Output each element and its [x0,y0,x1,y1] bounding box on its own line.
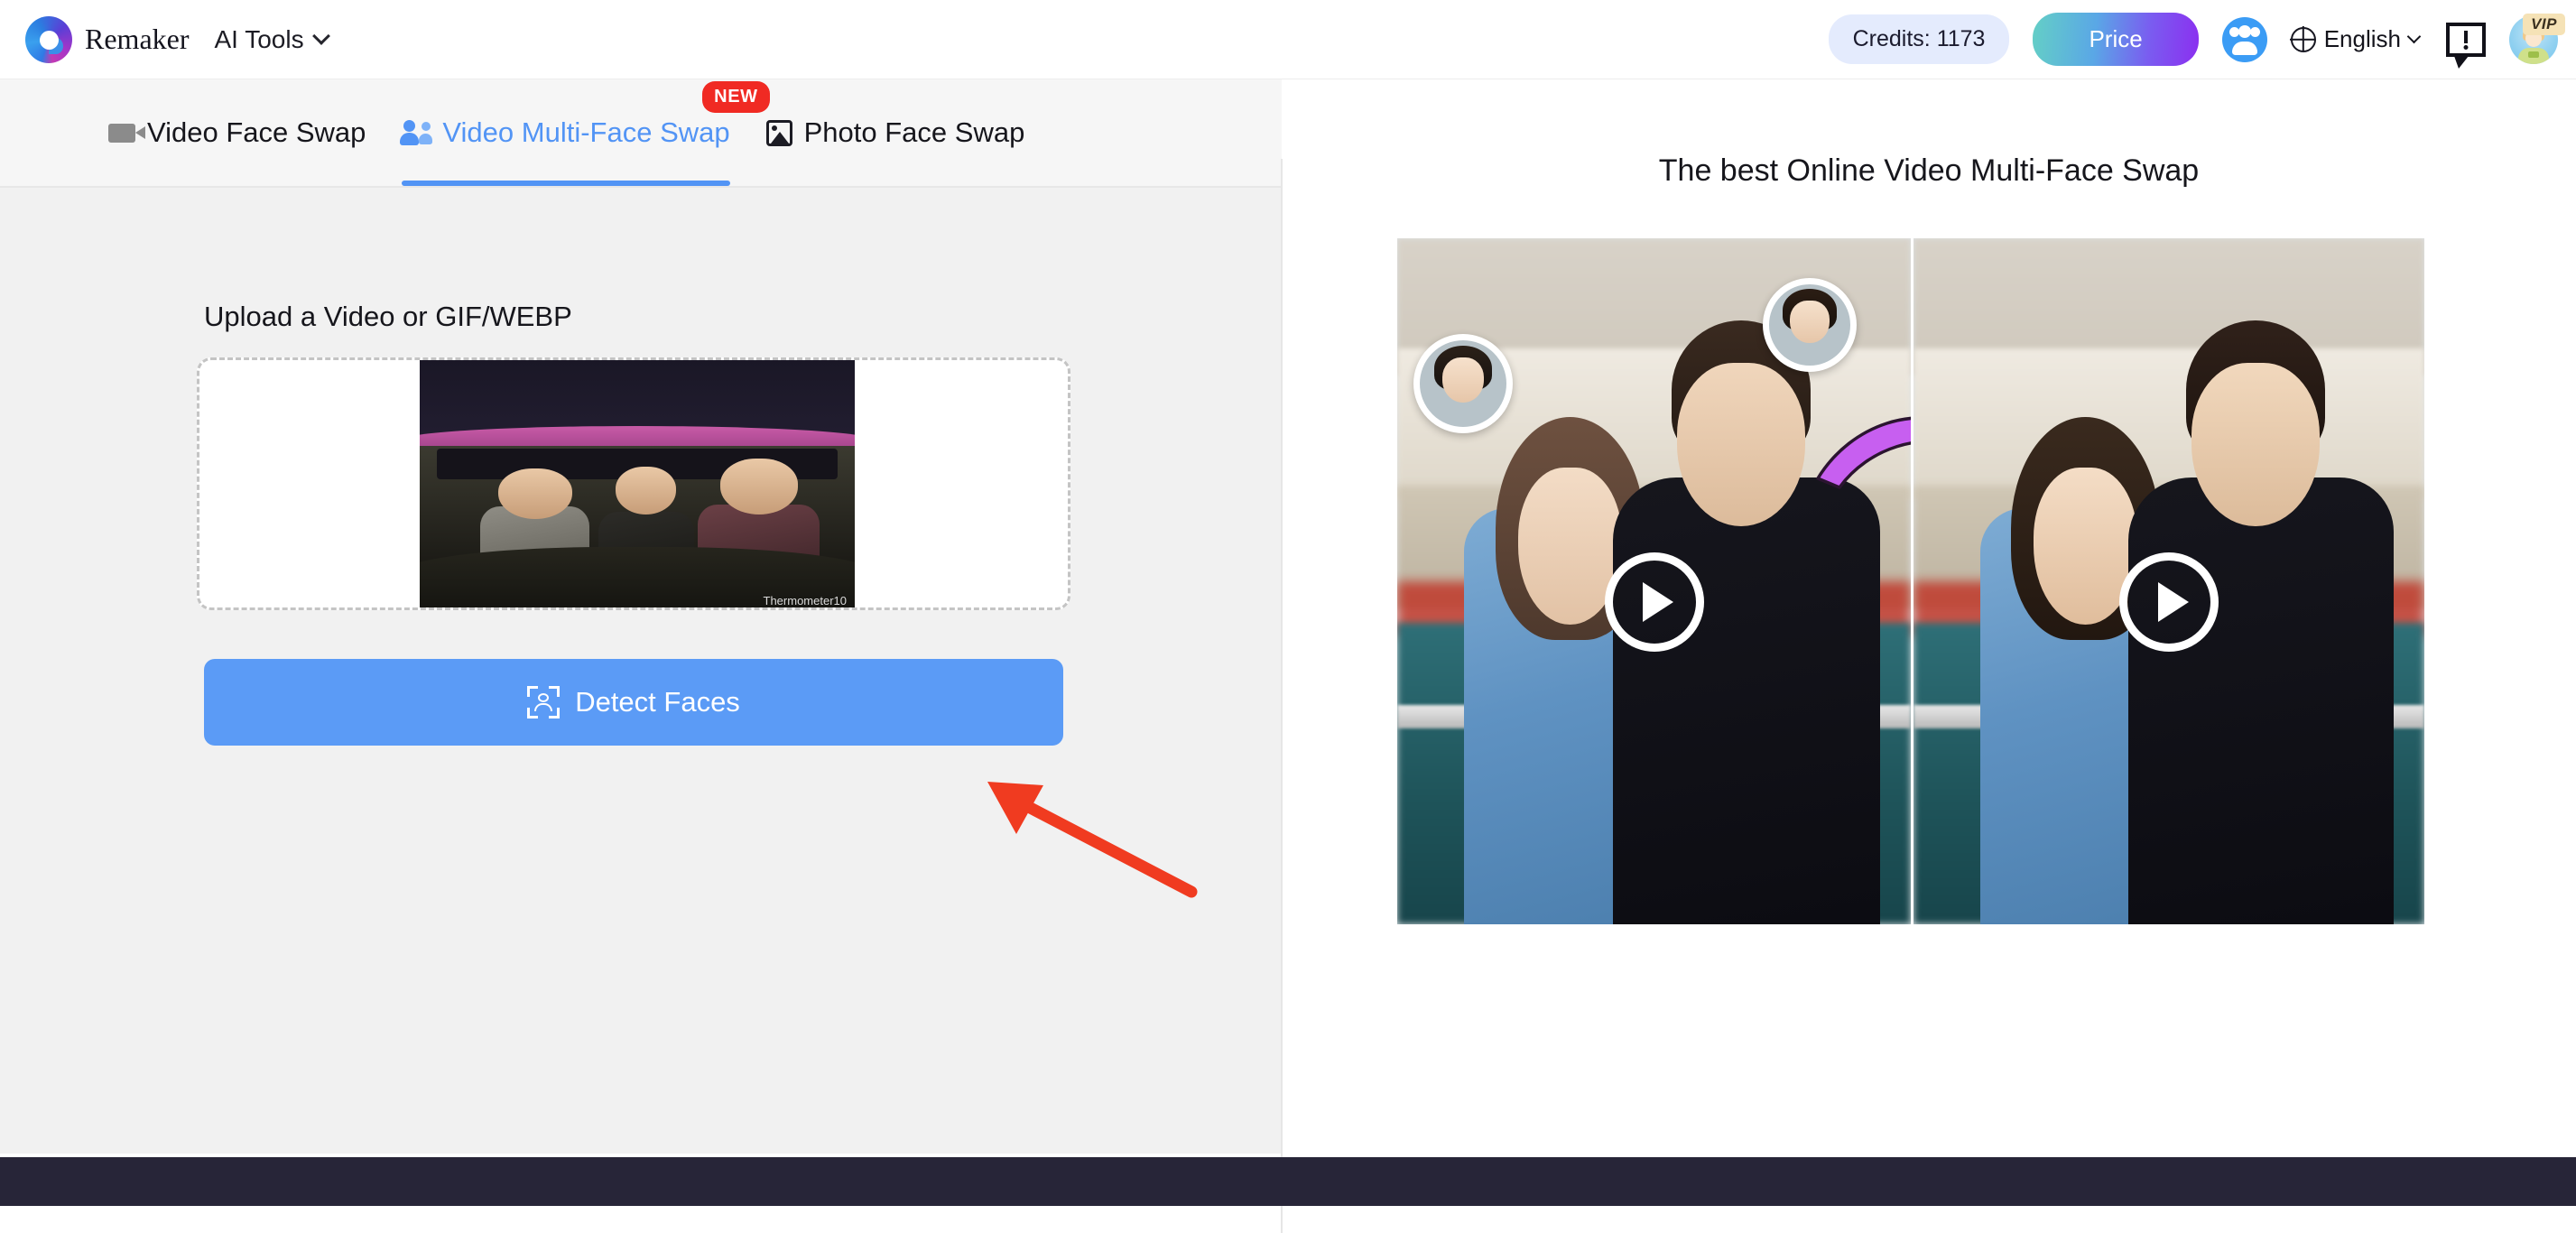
tab-video-multi-face-swap[interactable]: Video Multi-Face Swap NEW [400,79,770,186]
uploaded-video-preview[interactable]: Thermometer10 [420,360,855,607]
photo-image-icon [765,119,792,146]
left-panel: Video Face Swap Video Multi-Face Swap NE… [0,79,1282,1154]
price-button[interactable]: Price [2033,13,2199,66]
top-header: Remaker AI Tools Credits: 1173 Price Eng… [0,0,2576,79]
play-button-before[interactable] [1604,552,1704,652]
preview-watermark: Thermometer10 [763,594,847,607]
demo-after-video[interactable] [1911,238,2424,924]
remaker-logo-icon [25,15,72,63]
detect-faces-label: Detect Faces [575,686,740,718]
video-camera-icon [108,123,145,143]
red-pointer-arrow-icon [987,782,1198,898]
source-face-thumbnail-female[interactable] [1413,334,1513,433]
promo-title: The best Online Video Multi-Face Swap [1658,153,2200,188]
tab-label: Video Multi-Face Swap [442,116,730,148]
workspace: Video Face Swap Video Multi-Face Swap NE… [0,79,2576,1233]
chevron-down-icon [311,27,330,45]
ai-tools-menu[interactable]: AI Tools [214,24,330,54]
user-account-menu[interactable]: VIP [2509,13,2565,64]
tab-label: Video Face Swap [147,116,366,148]
vip-badge: VIP [2523,13,2565,35]
brand-logo-group[interactable]: Remaker [25,15,190,63]
detect-faces-button[interactable]: Detect Faces [204,659,1063,746]
language-label: English [2323,25,2401,52]
multi-person-icon [400,120,433,145]
demo-video-frame [1397,238,2424,924]
brand-name: Remaker [85,23,190,55]
source-face-thumbnail-male[interactable] [1763,278,1857,372]
tab-video-face-swap[interactable]: Video Face Swap [108,79,366,186]
upload-section-title: Upload a Video or GIF/WEBP [204,301,572,332]
tab-photo-face-swap[interactable]: Photo Face Swap [765,79,1025,186]
language-selector[interactable]: English [2290,25,2422,53]
panel-divider [1281,159,1283,1233]
chevron-down-icon [2406,29,2422,44]
play-button-after[interactable] [2119,552,2219,652]
preview-thumbnail-image: Thermometer10 [420,360,855,607]
new-badge: NEW [702,81,770,113]
tab-bar: Video Face Swap Video Multi-Face Swap NE… [0,79,1282,188]
tab-label: Photo Face Swap [803,116,1025,148]
footer-bar [0,1157,2576,1206]
credits-badge[interactable]: Credits: 1173 [1828,14,2010,64]
right-panel: The best Online Video Multi-Face Swap [1282,79,2576,1154]
affiliate-people-icon[interactable] [2221,16,2267,62]
demo-before-video[interactable] [1397,238,1911,924]
header-actions: Credits: 1173 Price English VIP [1828,13,2565,69]
face-detect-icon [527,686,561,718]
globe-icon [2290,26,2316,52]
ai-tools-label: AI Tools [214,24,304,53]
feedback-bubble-icon[interactable] [2446,22,2486,69]
upload-dropzone[interactable]: Thermometer10 [197,357,1070,610]
